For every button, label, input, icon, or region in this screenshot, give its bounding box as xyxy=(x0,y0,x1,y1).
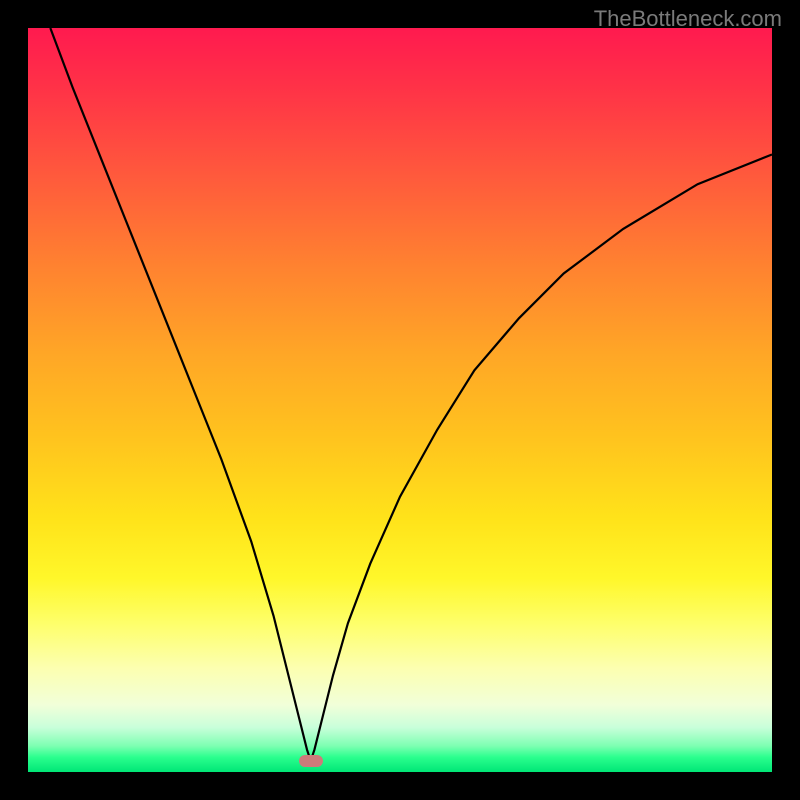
optimal-marker xyxy=(299,755,323,767)
bottleneck-curve xyxy=(50,28,772,761)
plot-area xyxy=(28,28,772,772)
curve-layer xyxy=(28,28,772,772)
watermark-text: TheBottleneck.com xyxy=(594,6,782,32)
